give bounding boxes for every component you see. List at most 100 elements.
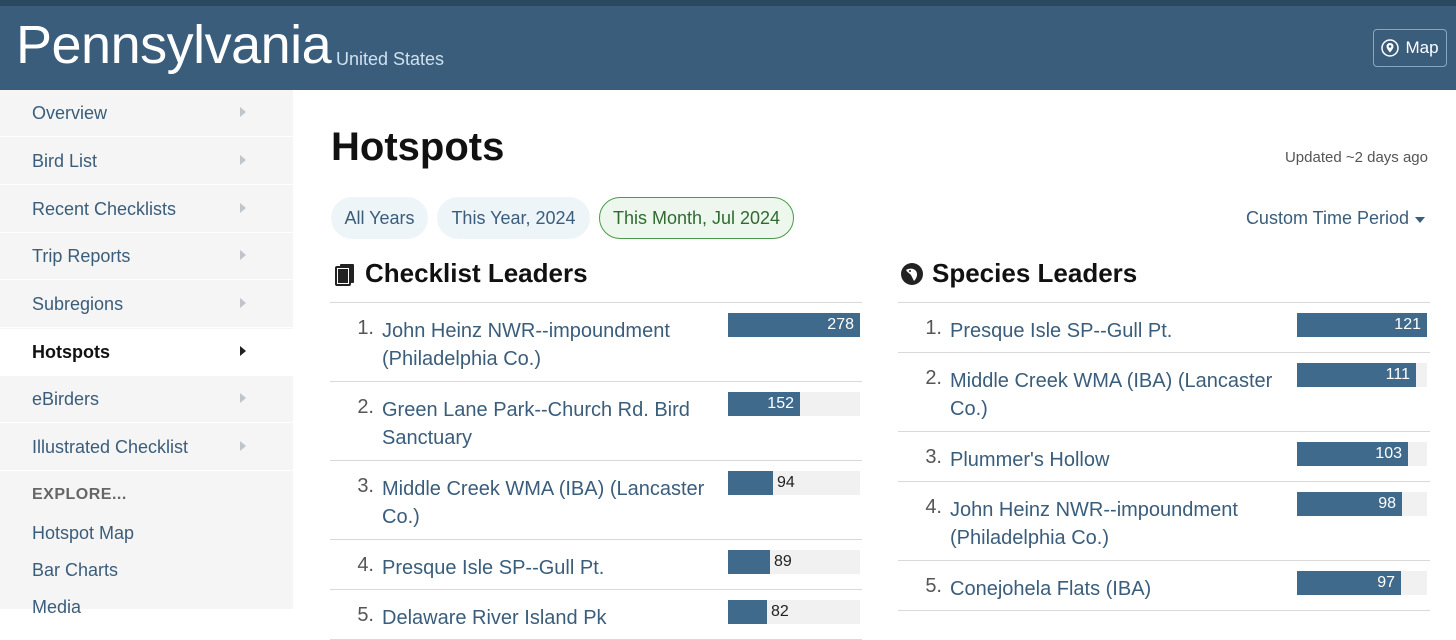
hotspot-name-line: Middle Creek WMA (IBA) (Lancaster	[950, 370, 1273, 392]
count-bar-track: 94	[728, 471, 860, 495]
hotspot-link[interactable]: Plummer's Hollow	[950, 446, 1109, 474]
hotspot-name-line: John Heinz NWR--impoundment	[950, 499, 1238, 521]
sidebar-item-overview[interactable]: Overview	[0, 90, 293, 137]
hotspot-name-line: Presque Isle SP--Gull Pt.	[950, 320, 1173, 342]
list-item: 4. Presque Isle SP--Gull Pt. 89	[330, 540, 862, 590]
species-leaders-title: Species Leaders	[932, 258, 1138, 288]
count-value: 103	[1375, 445, 1402, 462]
list-item: 5. Delaware River Island Pk 82	[330, 590, 862, 640]
hotspot-name-line: Plummer's Hollow	[950, 449, 1110, 471]
custom-time-period-label: Custom Time Period	[1245, 208, 1409, 228]
count-bar-track: 152	[728, 392, 860, 416]
chevron-right-icon	[240, 107, 246, 117]
chevron-right-icon	[240, 393, 246, 403]
sidebar: Overview Bird List Recent Checklists Tri…	[0, 90, 293, 617]
hotspot-name-line: Sanctuary	[382, 427, 473, 449]
count-value: 97	[1377, 574, 1395, 591]
explore-link-hotspot-map[interactable]: Hotspot Map	[32, 523, 134, 544]
count-bar-track: 98	[1297, 492, 1427, 516]
rank-number: 5.	[357, 604, 374, 626]
count-bar-track: 82	[728, 600, 860, 624]
hotspot-name-line: Green Lane Park--Church Rd. Bird	[382, 399, 690, 421]
count-bar-track: 97	[1297, 571, 1427, 595]
sidebar-item-recent-checklists[interactable]: Recent Checklists	[0, 186, 293, 233]
count-value: 82	[771, 603, 789, 620]
region-title: Pennsylvania	[16, 15, 332, 75]
custom-time-period-dropdown[interactable]: Custom Time Period	[1246, 208, 1425, 229]
chevron-right-icon	[240, 155, 246, 165]
sidebar-item-label: Recent Checklists	[32, 198, 177, 219]
explore-link-media[interactable]: Media	[32, 597, 81, 618]
hotspot-link[interactable]: Delaware River Island Pk	[382, 604, 607, 632]
rank-number: 4.	[925, 496, 942, 518]
updated-timestamp: Updated ~2 days ago	[1284, 149, 1428, 166]
chevron-right-icon	[240, 298, 246, 308]
sidebar-item-illustrated-checklist[interactable]: Illustrated Checklist	[0, 424, 293, 471]
explore-link-bar-charts[interactable]: Bar Charts	[32, 560, 118, 581]
species-leaders-list: 1. Presque Isle SP--Gull Pt. 121 2. Middle C…	[898, 302, 1430, 611]
hotspot-link[interactable]: Middle Creek WMA (IBA) (Lancaster Co.)	[950, 367, 1272, 423]
chevron-right-icon	[240, 203, 246, 213]
chevron-right-icon	[240, 346, 246, 356]
hotspot-link[interactable]: Presque Isle SP--Gull Pt.	[950, 317, 1172, 345]
checklist-icon	[335, 263, 354, 286]
hotspot-link[interactable]: John Heinz NWR--impoundment (Philadelphia…	[950, 496, 1238, 552]
hotspot-link[interactable]: Conejohela Flats (IBA)	[950, 575, 1151, 603]
hotspot-link[interactable]: John Heinz NWR--impoundment (Philadelphia…	[382, 317, 670, 373]
count-value: 111	[1385, 366, 1410, 383]
hotspot-link[interactable]: Green Lane Park--Church Rd. Bird Sanctuar…	[382, 396, 690, 452]
list-item: 1. John Heinz NWR--impoundment (Philadelph…	[330, 303, 862, 382]
count-value: 94	[777, 474, 795, 491]
hotspot-name-line: (Philadelphia Co.)	[382, 348, 541, 370]
sidebar-item-ebirders[interactable]: eBirders	[0, 376, 293, 423]
sidebar-item-label: Trip Reports	[32, 245, 131, 266]
map-pin-icon	[1381, 39, 1400, 57]
count-bar-track: 121	[1297, 313, 1427, 337]
checklist-leaders-title: Checklist Leaders	[365, 258, 588, 288]
count-bar	[728, 550, 770, 574]
page-title: Hotspots	[331, 125, 505, 169]
count-bar-track: 103	[1297, 442, 1427, 466]
count-bar-track: 111	[1297, 363, 1427, 387]
count-bar	[728, 600, 767, 624]
bird-icon	[901, 262, 923, 285]
hotspot-name-line: John Heinz NWR--impoundment	[382, 320, 670, 342]
filter-this-month[interactable]: This Month, Jul 2024	[599, 197, 794, 239]
chevron-right-icon	[240, 441, 246, 451]
hotspot-name-line: Middle Creek WMA (IBA) (Lancaster	[382, 478, 705, 500]
map-button-label: Map	[1405, 38, 1439, 57]
hotspot-link[interactable]: Presque Isle SP--Gull Pt.	[382, 554, 604, 582]
sidebar-item-trip-reports[interactable]: Trip Reports	[0, 233, 293, 280]
rank-number: 1.	[925, 317, 942, 339]
filter-this-year[interactable]: This Year, 2024	[437, 197, 590, 239]
sidebar-item-label: Hotspots	[32, 341, 110, 362]
sidebar-item-label: eBirders	[32, 388, 100, 409]
count-value: 98	[1378, 495, 1396, 512]
sidebar-item-bird-list[interactable]: Bird List	[0, 138, 293, 185]
filter-all-years[interactable]: All Years	[331, 197, 428, 239]
hotspot-name-line: Presque Isle SP--Gull Pt.	[382, 557, 605, 579]
checklist-leaders-heading: Checklist Leaders	[333, 258, 588, 289]
count-bar-track: 89	[728, 550, 860, 574]
count-value: 121	[1394, 316, 1421, 333]
list-item: 1. Presque Isle SP--Gull Pt. 121	[898, 303, 1430, 353]
count-bar	[728, 471, 773, 495]
list-item: 2. Green Lane Park--Church Rd. Bird Sanctu…	[330, 382, 862, 461]
map-button[interactable]: Map	[1373, 29, 1447, 67]
rank-number: 2.	[357, 396, 374, 418]
region-country[interactable]: United States	[336, 49, 444, 70]
count-bar-track: 278	[728, 313, 860, 337]
region-header: Pennsylvania United States Map	[0, 6, 1456, 90]
sidebar-item-label: Overview	[32, 102, 108, 123]
species-leaders-heading: Species Leaders	[900, 258, 1137, 289]
sidebar-item-subregions[interactable]: Subregions	[0, 281, 293, 328]
count-value: 89	[774, 553, 792, 570]
sidebar-item-label: Bird List	[32, 150, 98, 171]
chevron-right-icon	[240, 250, 246, 260]
list-item: 3. Middle Creek WMA (IBA) (Lancaster Co.) 9…	[330, 461, 862, 540]
hotspot-link[interactable]: Middle Creek WMA (IBA) (Lancaster Co.)	[382, 475, 704, 531]
sidebar-item-label: Subregions	[32, 293, 124, 314]
sidebar-item-hotspots[interactable]: Hotspots	[0, 329, 293, 376]
count-value: 278	[827, 316, 854, 333]
hotspot-name-line: Delaware River Island Pk	[382, 607, 607, 629]
